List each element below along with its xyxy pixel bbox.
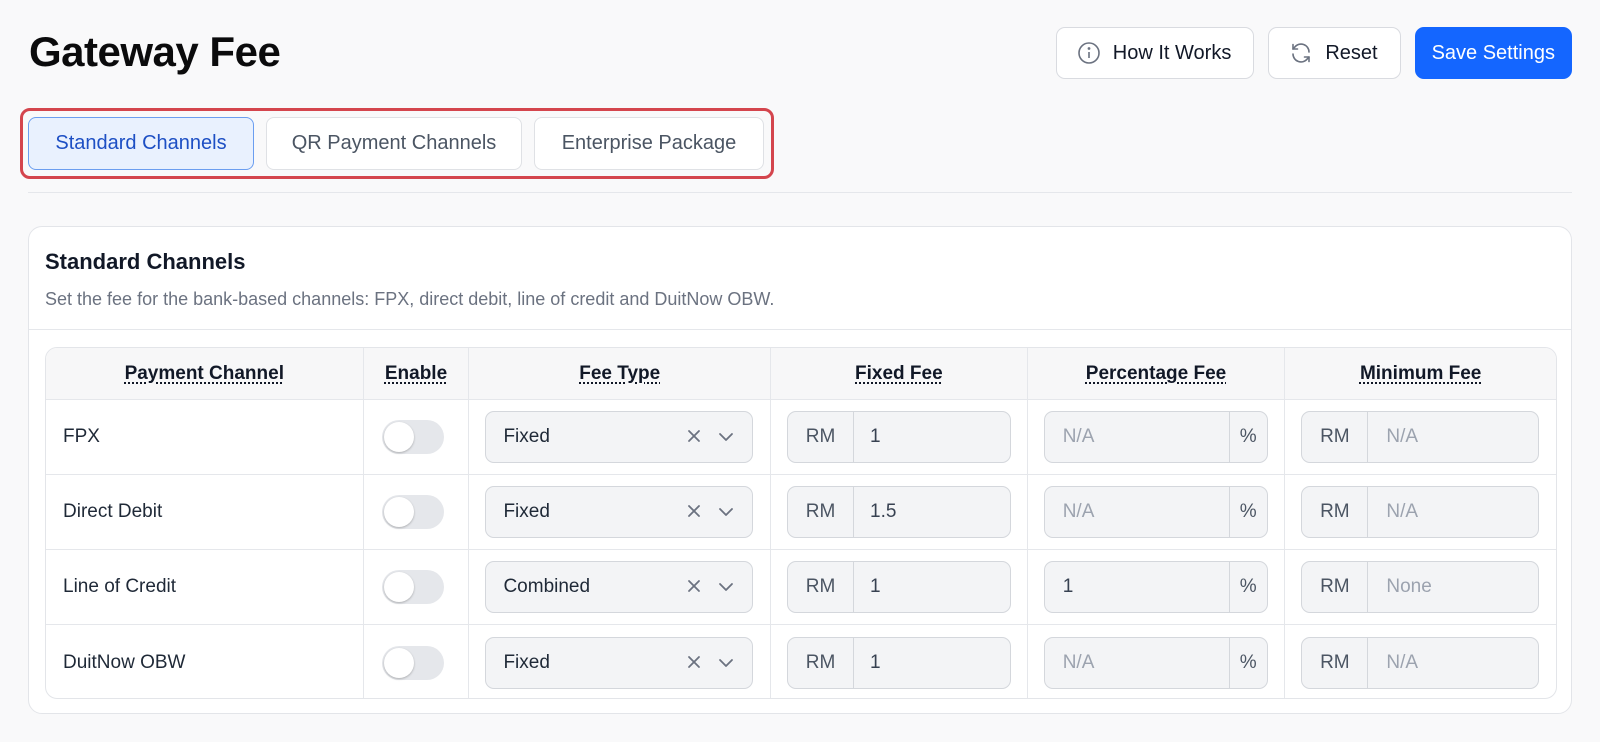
minimum-fee-input[interactable]: None — [1368, 562, 1538, 612]
close-icon[interactable] — [684, 576, 704, 596]
fee-type-select[interactable]: Fixed — [485, 486, 754, 538]
enable-toggle[interactable] — [381, 495, 444, 529]
chevron-down-icon[interactable] — [716, 577, 736, 597]
refresh-icon — [1289, 41, 1313, 65]
fee-type-select[interactable]: Combined — [485, 561, 754, 613]
toggle-knob — [383, 422, 414, 452]
table-row: DuitNow OBW Fixed RM 1 N/A % RM N/A — [46, 625, 1556, 698]
column-header-fixed-fee: Fixed Fee — [771, 348, 1028, 399]
fee-type-value: Fixed — [503, 651, 550, 673]
percent-addon: % — [1228, 487, 1267, 537]
fixed-fee-group: RM 1 — [787, 636, 1012, 689]
fee-type-value: Fixed — [503, 426, 550, 447]
percentage-fee-group: N/A % — [1043, 636, 1268, 689]
card-description: Set the fee for the bank-based channels:… — [45, 289, 775, 309]
minimum-fee-group: RM N/A — [1301, 411, 1540, 463]
close-icon[interactable] — [684, 652, 704, 672]
fixed-fee-group: RM 1.5 — [787, 486, 1012, 538]
section-divider — [28, 192, 1572, 193]
column-header-payment-channel: Payment Channel — [46, 348, 364, 399]
tab-standard-channels[interactable]: Standard Channels — [28, 117, 254, 170]
header-actions: How It Works Reset Save Settings — [1055, 27, 1572, 79]
table-row: FPX Fixed RM 1 N/A % RM N/A — [46, 400, 1556, 475]
fee-type-value: Fixed — [503, 501, 550, 522]
currency-addon: RM — [788, 412, 855, 462]
fee-table: Payment Channel Enable Fee Type Fixed Fe… — [45, 347, 1557, 699]
percentage-fee-group: N/A % — [1043, 486, 1268, 538]
enable-toggle[interactable] — [381, 570, 444, 604]
card-header: Standard Channels Set the fee for the ba… — [29, 227, 1571, 330]
chevron-down-icon[interactable] — [716, 427, 736, 447]
minimum-fee-group: RM None — [1301, 561, 1540, 613]
channel-name: Direct Debit — [46, 475, 364, 549]
percent-addon: % — [1228, 562, 1267, 612]
percentage-fee-input[interactable]: 1 — [1045, 562, 1229, 612]
how-it-works-label: How It Works — [1112, 41, 1232, 64]
enable-toggle[interactable] — [381, 645, 444, 680]
column-header-minimum-fee: Minimum Fee — [1359, 362, 1482, 384]
fee-type-select[interactable]: Fixed — [485, 411, 754, 463]
reset-button[interactable]: Reset — [1268, 27, 1401, 79]
tab-enterprise-package[interactable]: Enterprise Package — [534, 117, 764, 170]
percentage-fee-input[interactable]: N/A — [1045, 638, 1229, 688]
column-header-enable: Enable — [364, 348, 470, 399]
info-circle-icon — [1077, 41, 1101, 65]
percent-addon: % — [1228, 412, 1267, 462]
fixed-fee-group: RM 1 — [787, 411, 1012, 463]
currency-addon: RM — [788, 487, 855, 537]
tabs-highlight-frame: Standard Channels QR Payment Channels En… — [20, 108, 774, 179]
channel-name: DuitNow OBW — [46, 625, 364, 698]
toggle-knob — [383, 647, 414, 678]
fixed-fee-group: RM 1 — [787, 561, 1012, 613]
chevron-down-icon[interactable] — [716, 653, 736, 673]
table-row: Line of Credit Combined RM 1 1 % RM None — [46, 550, 1556, 625]
card-title: Standard Channels — [45, 249, 246, 274]
percentage-fee-input[interactable]: N/A — [1045, 487, 1229, 537]
save-settings-button[interactable]: Save Settings — [1414, 27, 1572, 79]
enable-toggle[interactable] — [381, 420, 444, 454]
fixed-fee-input[interactable]: 1 — [854, 412, 1010, 462]
minimum-fee-input[interactable]: N/A — [1368, 412, 1538, 462]
minimum-fee-group: RM N/A — [1301, 486, 1540, 538]
fixed-fee-input[interactable]: 1 — [854, 562, 1010, 612]
channel-name: Line of Credit — [46, 550, 364, 624]
table-header-row: Payment Channel Enable Fee Type Fixed Fe… — [46, 348, 1556, 400]
tab-qr-payment-channels[interactable]: QR Payment Channels — [266, 117, 522, 170]
currency-addon: RM — [1302, 562, 1369, 612]
fee-type-value: Combined — [503, 576, 591, 597]
minimum-fee-input[interactable]: N/A — [1368, 487, 1538, 537]
currency-addon: RM — [788, 562, 855, 612]
fee-type-select[interactable]: Fixed — [485, 636, 754, 689]
reset-label: Reset — [1325, 41, 1378, 64]
percentage-fee-input[interactable]: N/A — [1045, 412, 1229, 462]
toggle-knob — [383, 572, 414, 602]
column-header-percentage-fee: Percentage Fee — [1028, 348, 1286, 399]
fixed-fee-input[interactable]: 1.5 — [854, 487, 1010, 537]
currency-addon: RM — [1302, 412, 1369, 462]
currency-addon: RM — [1302, 637, 1369, 688]
how-it-works-button[interactable]: How It Works — [1055, 27, 1255, 79]
chevron-down-icon[interactable] — [716, 502, 736, 522]
channel-name: FPX — [46, 400, 364, 474]
percentage-fee-group: 1 % — [1043, 561, 1268, 613]
table-row: Direct Debit Fixed RM 1.5 N/A % RM N/A — [46, 475, 1556, 550]
column-header-fee-type: Fee Type — [469, 348, 772, 399]
minimum-fee-group: RM N/A — [1301, 636, 1540, 689]
currency-addon: RM — [788, 637, 855, 688]
fixed-fee-input[interactable]: 1 — [854, 638, 1010, 688]
page-title: Gateway Fee — [29, 28, 281, 75]
standard-channels-card: Standard Channels Set the fee for the ba… — [28, 226, 1572, 714]
percentage-fee-group: N/A % — [1043, 411, 1268, 463]
close-icon[interactable] — [684, 426, 704, 446]
toggle-knob — [383, 497, 414, 527]
currency-addon: RM — [1302, 487, 1369, 537]
minimum-fee-input[interactable]: N/A — [1368, 638, 1538, 688]
page-header: Gateway Fee How It Works Reset Save Sett… — [29, 26, 1572, 80]
close-icon[interactable] — [684, 501, 704, 521]
channel-tabs: Standard Channels QR Payment Channels En… — [28, 117, 764, 170]
percent-addon: % — [1228, 637, 1267, 688]
